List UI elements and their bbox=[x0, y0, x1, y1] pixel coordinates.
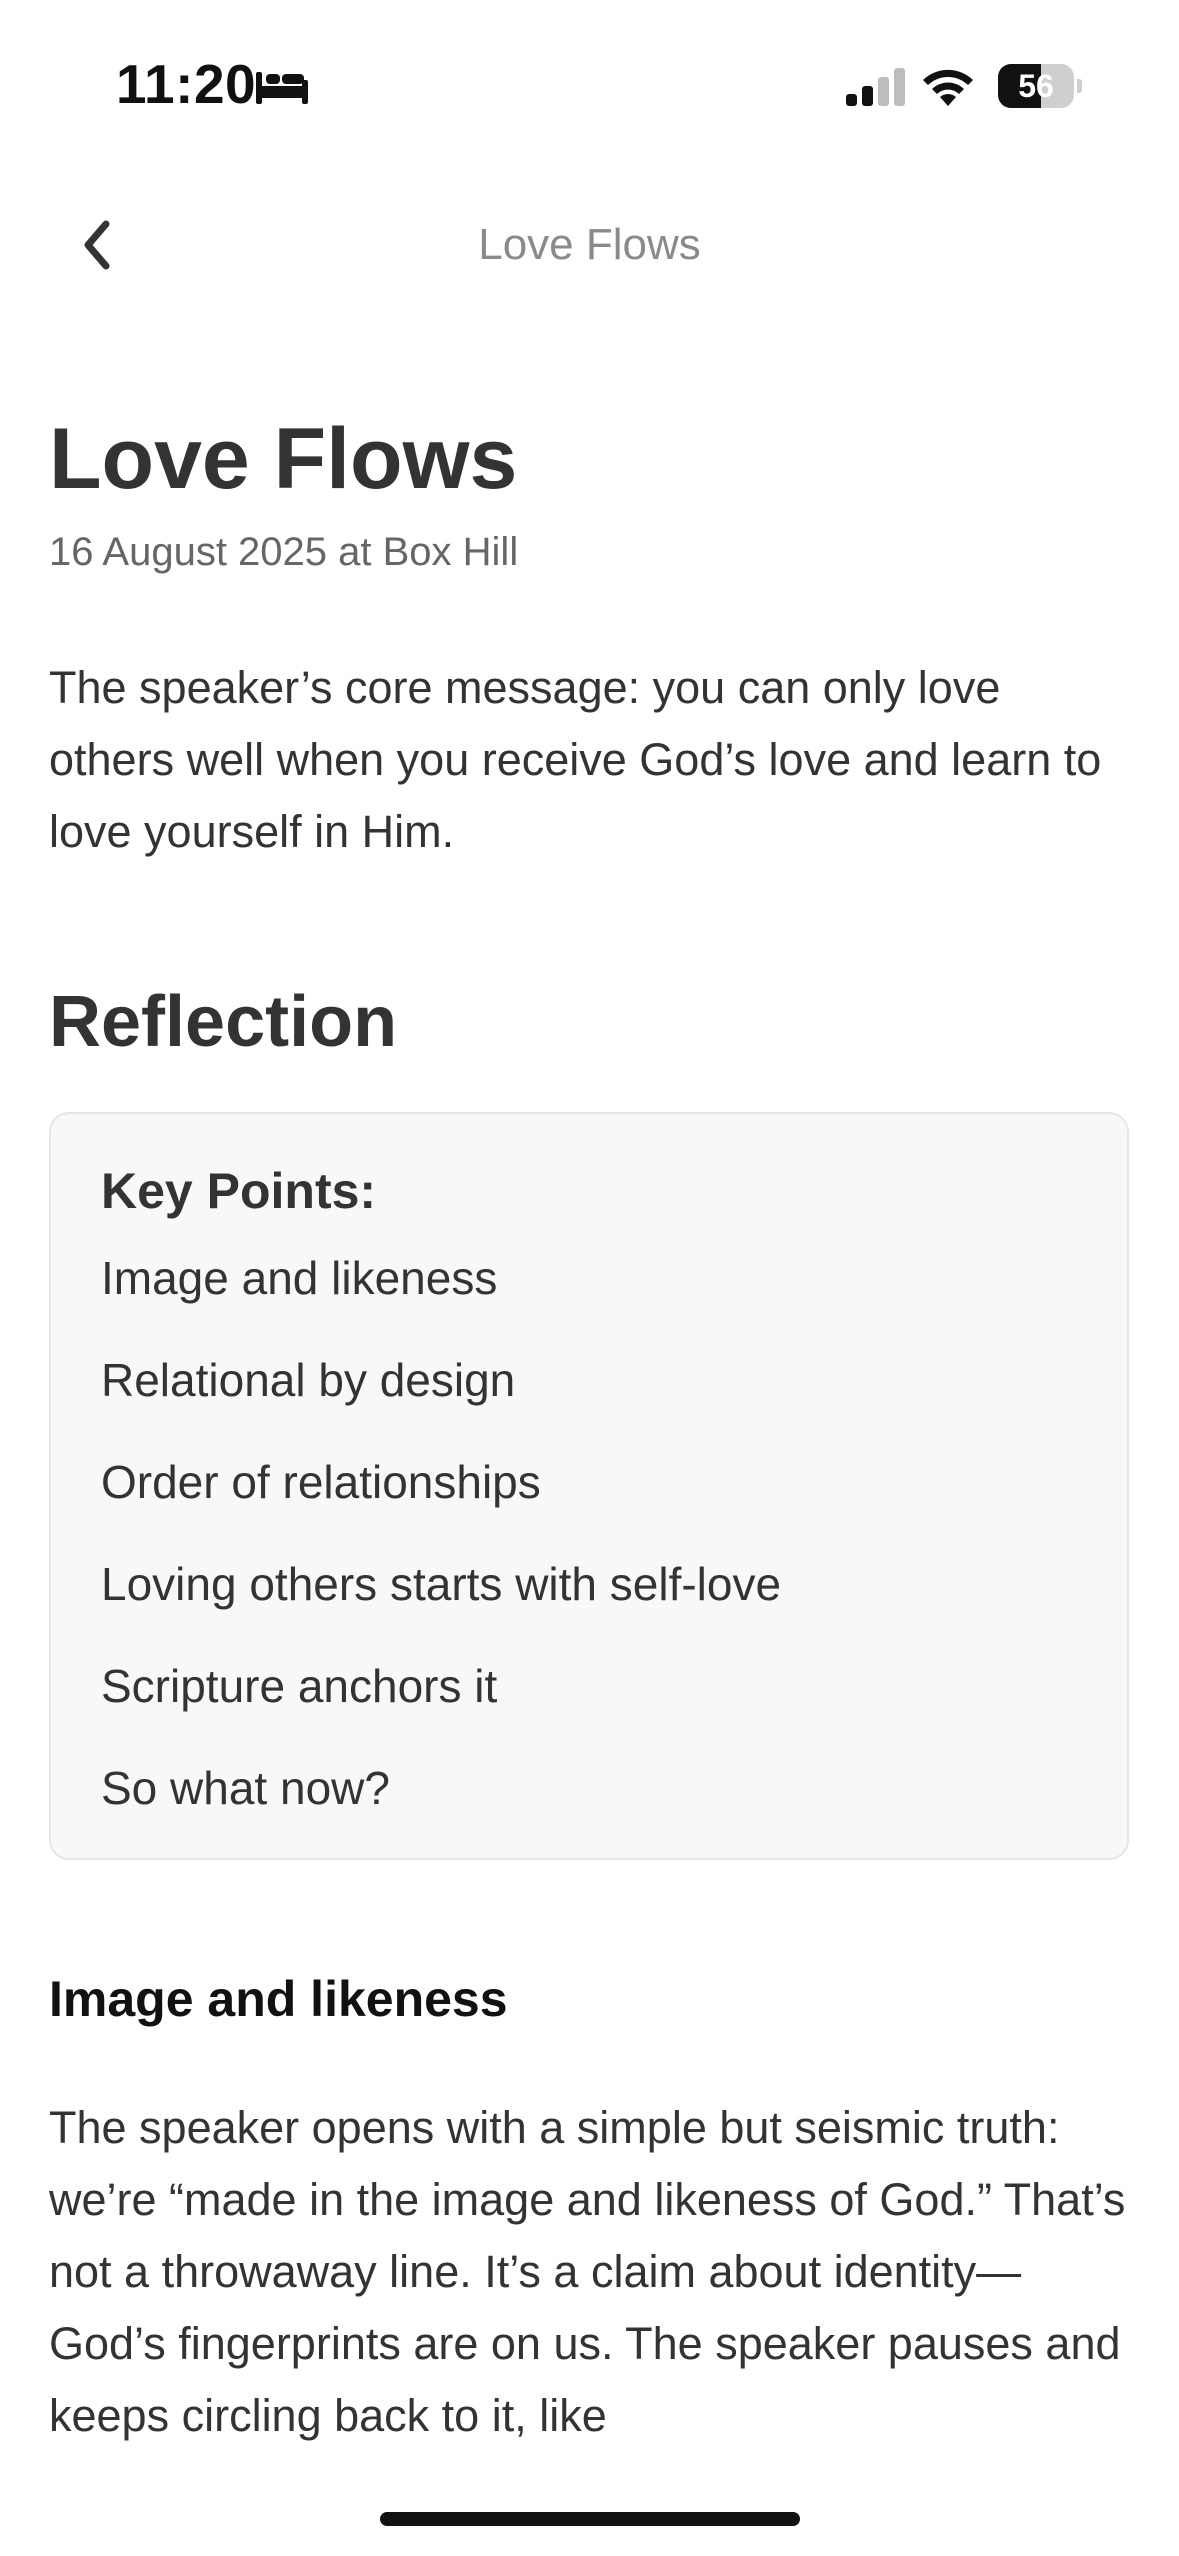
home-indicator[interactable] bbox=[380, 2512, 800, 2526]
key-point-link[interactable]: Image and likeness bbox=[101, 1248, 1077, 1308]
wifi-icon bbox=[923, 69, 973, 106]
page-title: Love Flows bbox=[49, 411, 518, 507]
key-point-link[interactable]: Scripture anchors it bbox=[101, 1656, 1077, 1716]
cellular-signal-icon bbox=[846, 68, 905, 106]
key-points-title: Key Points: bbox=[101, 1163, 377, 1219]
subsection-heading: Image and likeness bbox=[49, 1971, 508, 2027]
bed-icon bbox=[256, 72, 308, 104]
battery-level: 56 bbox=[1018, 68, 1054, 104]
key-point-link[interactable]: Relational by design bbox=[101, 1350, 1077, 1410]
key-point-link[interactable]: Order of relationships bbox=[101, 1452, 1077, 1512]
subsection-body: The speaker opens with a simple but seis… bbox=[49, 2102, 1126, 2441]
summary-text: The speaker’s core message: you can only… bbox=[49, 662, 1102, 857]
status-bar: 11:20 56 bbox=[0, 0, 1179, 170]
status-time: 11:20 bbox=[116, 53, 257, 115]
key-point-link[interactable]: Loving others starts with self-love bbox=[101, 1554, 1077, 1614]
nav-title: Love Flows bbox=[478, 220, 701, 269]
battery-indicator: 56 bbox=[998, 64, 1082, 108]
navigation-bar: Love Flows bbox=[0, 190, 1179, 300]
key-points-box: Key Points: Image and likeness Relationa… bbox=[49, 1112, 1129, 1860]
key-point-link[interactable]: So what now? bbox=[101, 1758, 1077, 1818]
date-location: 16 August 2025 at Box Hill bbox=[49, 530, 519, 574]
section-heading-reflection: Reflection bbox=[49, 982, 398, 1062]
article-content: Love Flows 16 August 2025 at Box Hill Th… bbox=[49, 400, 1129, 2452]
